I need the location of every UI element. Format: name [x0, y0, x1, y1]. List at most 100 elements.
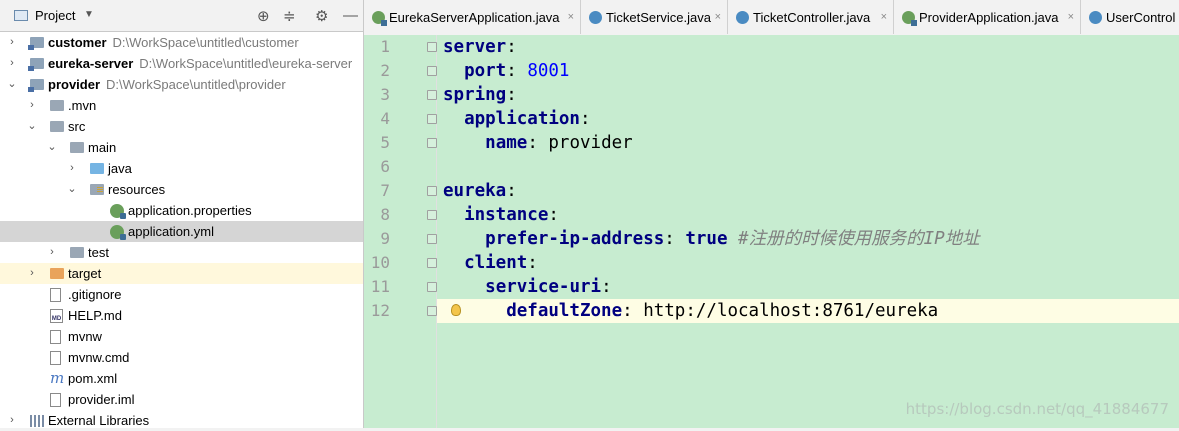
code-line[interactable]: application: [443, 107, 590, 131]
tab-usercontrol[interactable]: UserControl [1081, 0, 1179, 34]
yaml-separator: : [548, 205, 559, 225]
tree-item-label: test [88, 242, 109, 263]
tree-item-java[interactable]: › java [0, 158, 363, 179]
fold-marker-icon[interactable] [427, 258, 437, 268]
tree-item-mvnw-cmd[interactable]: mvnw.cmd [0, 347, 363, 368]
chevron-right-icon[interactable]: › [26, 263, 38, 284]
tree-item-main[interactable]: ⌄ main [0, 137, 363, 158]
chevron-right-icon[interactable]: › [66, 158, 78, 179]
fold-marker-icon[interactable] [427, 210, 437, 220]
tab-label: UserControl [1106, 10, 1176, 25]
fold-marker-icon[interactable] [427, 282, 437, 292]
fold-marker-icon[interactable] [427, 186, 437, 196]
fold-marker-icon[interactable] [427, 42, 437, 52]
tree-item-name: resources [108, 182, 166, 197]
tree-item-provider[interactable]: ⌄ provider D:\WorkSpace\untitled\provider [0, 74, 363, 95]
tree-item-src[interactable]: ⌄ src [0, 116, 363, 137]
fold-marker-icon[interactable] [427, 306, 437, 316]
code-line[interactable]: server: [443, 35, 517, 59]
fold-marker-icon[interactable] [427, 234, 437, 244]
yaml-key: application [464, 109, 580, 129]
chevron-down-icon[interactable]: ⌄ [46, 137, 58, 158]
module-path: D:\WorkSpace\untitled\customer [112, 35, 299, 50]
code-line[interactable]: service-uri: [443, 275, 611, 299]
tree-item-mvnw[interactable]: mvnw [0, 326, 363, 347]
tree-item-label: src [68, 116, 85, 137]
tree-item-application-properties[interactable]: application.properties [0, 200, 363, 221]
tree-item-label: provider.iml [68, 389, 134, 410]
tree-item-test[interactable]: › test [0, 242, 363, 263]
tree-item-resources[interactable]: ⌄ resources [0, 179, 363, 200]
line-number: 9 [380, 229, 390, 248]
tab-eurekaserverapplication[interactable]: EurekaServerApplication.java × [364, 0, 581, 34]
collapse-all-icon[interactable]: ≑ [283, 7, 296, 25]
tree-item-eureka-server[interactable]: › eureka-server D:\WorkSpace\untitled\eure… [0, 53, 363, 74]
tree-item-pom-xml[interactable]: m pom.xml [0, 368, 363, 389]
locate-file-icon[interactable]: ⊕ [257, 7, 270, 25]
yaml-separator: : [506, 85, 517, 105]
tree-item-help-md[interactable]: MD HELP.md [0, 305, 363, 326]
chevron-right-icon[interactable]: › [26, 95, 38, 116]
tree-item-name: target [68, 266, 102, 281]
close-icon[interactable]: × [568, 0, 574, 34]
class-icon [589, 11, 602, 24]
chevron-down-icon[interactable]: ⌄ [6, 74, 18, 95]
yaml-separator: : [527, 133, 549, 153]
chevron-down-icon[interactable]: ⌄ [66, 179, 78, 200]
yaml-value: http://localhost:8761/eureka [643, 301, 939, 321]
chevron-right-icon[interactable]: › [6, 53, 18, 74]
tab-ticketservice[interactable]: TicketService.java × [581, 0, 728, 34]
tree-item-mvn[interactable]: › .mvn [0, 95, 363, 116]
tree-item-name: provider [48, 77, 101, 92]
spring-boot-class-icon [902, 11, 917, 26]
yaml-separator: : [664, 229, 686, 249]
tree-item-label: main [88, 137, 116, 158]
code-editor[interactable]: 1 2 3 4 5 6 7 8 9 10 11 12 server: port: 8001 spring… [364, 35, 1179, 428]
code-line[interactable]: client: [443, 251, 538, 275]
fold-marker-icon[interactable] [427, 114, 437, 124]
code-line[interactable]: eureka: [443, 179, 517, 203]
chevron-right-icon[interactable]: › [6, 32, 18, 53]
spring-boot-class-icon [372, 11, 387, 26]
close-icon[interactable]: × [715, 0, 721, 34]
tree-item-name: java [108, 161, 132, 176]
tree-item-gitignore[interactable]: .gitignore [0, 284, 363, 305]
markdown-icon: MD [50, 309, 63, 323]
code-line[interactable]: instance: [443, 203, 559, 227]
editor-gutter: 1 2 3 4 5 6 7 8 9 10 11 12 [364, 35, 461, 428]
tree-item-provider-iml[interactable]: provider.iml [0, 389, 363, 410]
tree-item-target[interactable]: › target [0, 263, 363, 284]
code-line[interactable]: prefer-ip-address: true #注册的时候使用服务的IP地址 [443, 227, 980, 251]
tree-item-label: resources [108, 179, 165, 200]
fold-marker-icon[interactable] [427, 66, 437, 76]
tree-item-name: provider.iml [68, 392, 135, 407]
yaml-separator: : [622, 301, 644, 321]
tree-item-application-yml[interactable]: application.yml [0, 221, 363, 242]
fold-marker-icon[interactable] [427, 90, 437, 100]
code-line[interactable]: name: provider [443, 131, 633, 155]
tree-item-customer[interactable]: › customer D:\WorkSpace\untitled\customer [0, 32, 363, 53]
excluded-folder-icon [50, 268, 64, 279]
hide-panel-icon[interactable]: — [343, 7, 358, 24]
watermark: https://blog.csdn.net/qq_41884677 [905, 400, 1169, 418]
chevron-right-icon[interactable]: › [46, 242, 58, 263]
code-line[interactable]: spring: [443, 83, 517, 107]
tree-item-label: provider D:\WorkSpace\untitled\provider [48, 74, 286, 95]
file-icon [50, 330, 61, 344]
tab-ticketcontroller[interactable]: TicketController.java × [728, 0, 894, 34]
chevron-down-icon[interactable]: ⌄ [26, 116, 38, 137]
gear-icon[interactable]: ⚙ [315, 7, 328, 25]
tab-providerapplication[interactable]: ProviderApplication.java × [894, 0, 1081, 34]
spring-config-icon [110, 204, 126, 219]
code-line[interactable]: port: 8001 [443, 59, 569, 83]
chevron-down-icon[interactable]: ▼ [84, 9, 94, 20]
close-icon[interactable]: × [1068, 0, 1074, 34]
line-number: 2 [380, 61, 390, 80]
module-path: D:\WorkSpace\untitled\eureka-server [139, 56, 353, 71]
code-line[interactable]: defaultZone: http://localhost:8761/eurek… [443, 299, 938, 323]
fold-marker-icon[interactable] [427, 138, 437, 148]
project-panel-title[interactable]: Project [35, 8, 75, 23]
close-icon[interactable]: × [881, 0, 887, 34]
